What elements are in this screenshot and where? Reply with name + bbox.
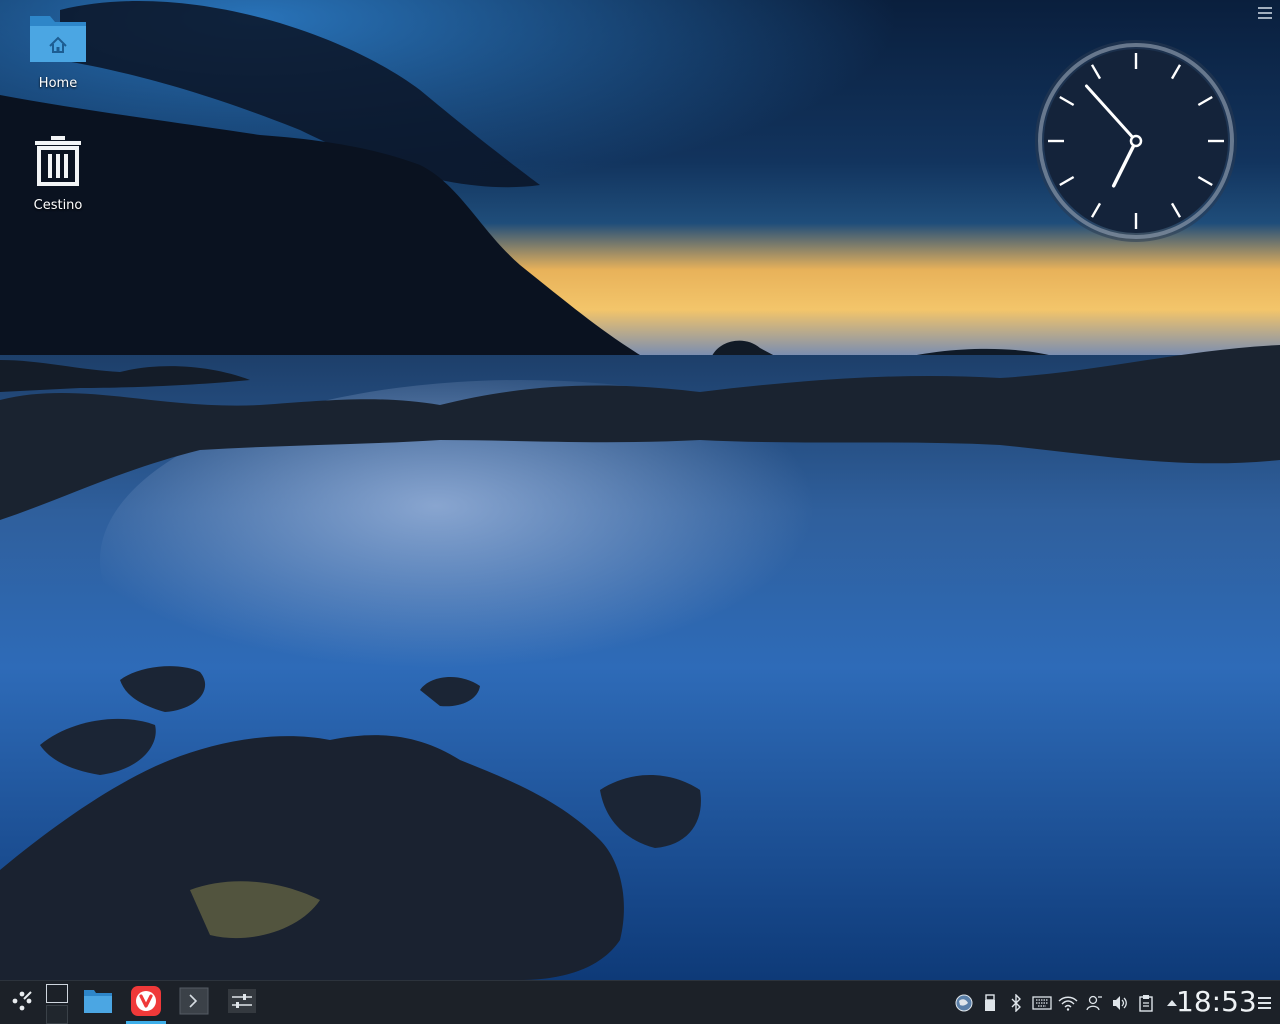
clipboard-icon[interactable]	[1136, 993, 1156, 1013]
virtual-desktop-pager[interactable]	[46, 983, 70, 1024]
folder-home-icon	[13, 12, 103, 70]
settings-sliders-icon	[227, 988, 257, 1018]
analog-clock-widget[interactable]	[1032, 37, 1240, 245]
system-settings-launcher[interactable]	[226, 987, 258, 1019]
user-switch-icon[interactable]	[1084, 993, 1104, 1013]
panel-options-button[interactable]	[1258, 997, 1271, 1009]
home-folder-desktop-icon[interactable]: Home	[13, 12, 103, 91]
kde-launcher-icon	[10, 989, 34, 1017]
desktop-toolbox-button[interactable]	[1258, 6, 1272, 20]
trash-desktop-icon[interactable]: Cestino	[13, 134, 103, 213]
bottom-panel: 18:53	[0, 980, 1280, 1024]
folder-icon	[83, 988, 113, 1018]
vivaldi-icon	[131, 986, 161, 1020]
network-globe-icon[interactable]	[954, 993, 974, 1013]
terminal-launcher[interactable]	[178, 987, 210, 1019]
virtual-desktop-2[interactable]	[46, 1005, 68, 1024]
wifi-icon[interactable]	[1058, 993, 1078, 1013]
usb-device-icon[interactable]	[980, 993, 1000, 1013]
digital-clock[interactable]: 18:53	[1176, 985, 1257, 1018]
bluetooth-icon[interactable]	[1006, 993, 1026, 1013]
clock-center-pin	[1129, 134, 1143, 148]
trash-label: Cestino	[33, 198, 83, 213]
application-launcher-button[interactable]	[6, 987, 38, 1019]
file-manager-launcher[interactable]	[82, 987, 114, 1019]
home-label: Home	[38, 76, 78, 91]
trash-icon	[13, 134, 103, 192]
system-tray	[954, 991, 1182, 1015]
volume-icon[interactable]	[1110, 993, 1130, 1013]
terminal-icon	[179, 987, 209, 1019]
vivaldi-browser-launcher[interactable]	[126, 986, 166, 1024]
keyboard-icon[interactable]	[1032, 993, 1052, 1013]
virtual-desktop-1[interactable]	[46, 984, 68, 1003]
